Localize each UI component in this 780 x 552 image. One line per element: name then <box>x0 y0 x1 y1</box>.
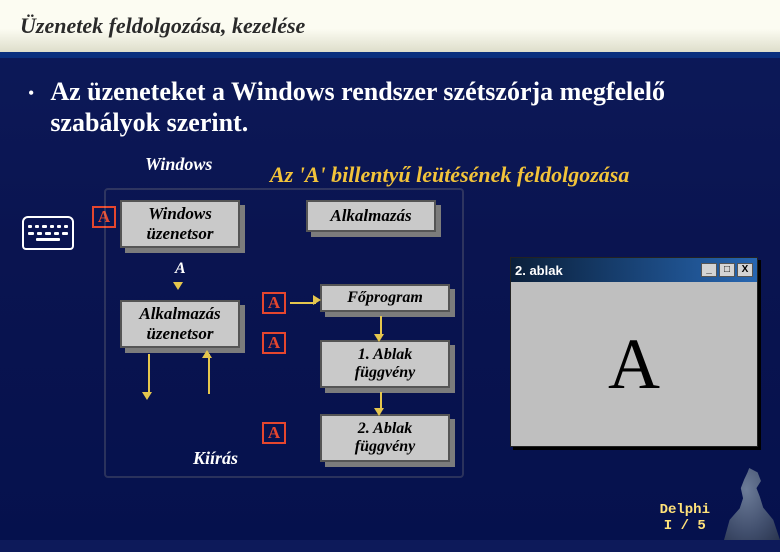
a-key-badge: A <box>262 422 286 444</box>
a-key-badge: A <box>262 332 286 354</box>
a-label-mid: A <box>175 260 186 278</box>
arrow-down-icon <box>374 334 384 342</box>
footer-line2: I / 5 <box>660 518 710 534</box>
arrow-shaft <box>380 316 382 336</box>
window-body: A <box>511 282 757 446</box>
window-close-button[interactable]: X <box>737 263 753 277</box>
window-max-button[interactable]: □ <box>719 263 735 277</box>
diagram-stage: Windows Az 'A' billentyű leütésének feld… <box>0 152 780 552</box>
footer: Delphi I / 5 <box>660 502 710 534</box>
arrow-down-icon <box>374 408 384 416</box>
arrow-down-icon <box>173 282 183 290</box>
arrow-shaft <box>208 354 210 394</box>
arrow-shaft <box>148 354 150 394</box>
page-title: Üzenetek feldolgozása, kezelése <box>20 13 305 39</box>
bullet-row: • Az üzeneteket a Windows rendszer széts… <box>0 58 780 152</box>
window-title: 2. ablak <box>515 263 563 278</box>
box-winfunc2: 2. Ablak függvény <box>320 414 450 462</box>
window-buttons: _ □ X <box>701 263 753 277</box>
windows-label: Windows <box>145 154 212 175</box>
a-key-badge: A <box>262 292 286 314</box>
processing-subtitle: Az 'A' billentyű leütésének feldolgozása <box>270 162 629 188</box>
title-bar: Üzenetek feldolgozása, kezelése <box>0 0 780 58</box>
window-min-button[interactable]: _ <box>701 263 717 277</box>
arrow-up-icon <box>202 350 212 358</box>
bullet-dot-icon: • <box>28 76 34 110</box>
window-content-letter: A <box>511 282 757 446</box>
keyboard-icon <box>22 216 74 250</box>
arrow-down-icon <box>142 392 152 400</box>
box-winfunc1: 1. Ablak függvény <box>320 340 450 388</box>
bullet-text: Az üzeneteket a Windows rendszer szétszó… <box>50 76 752 138</box>
window-titlebar: 2. ablak _ □ X <box>511 258 757 282</box>
a-key-badge: A <box>92 206 116 228</box>
box-application: Alkalmazás <box>306 200 436 232</box>
mock-window: 2. ablak _ □ X A <box>510 257 758 447</box>
footer-line1: Delphi <box>660 502 710 518</box>
box-windows-queue: Windows üzenetsor <box>120 200 240 248</box>
box-mainprogram: Főprogram <box>320 284 450 312</box>
arrow-right-icon <box>313 295 321 305</box>
box-app-queue: Alkalmazás üzenetsor <box>120 300 240 348</box>
kiiras-label: Kiírás <box>193 448 238 469</box>
